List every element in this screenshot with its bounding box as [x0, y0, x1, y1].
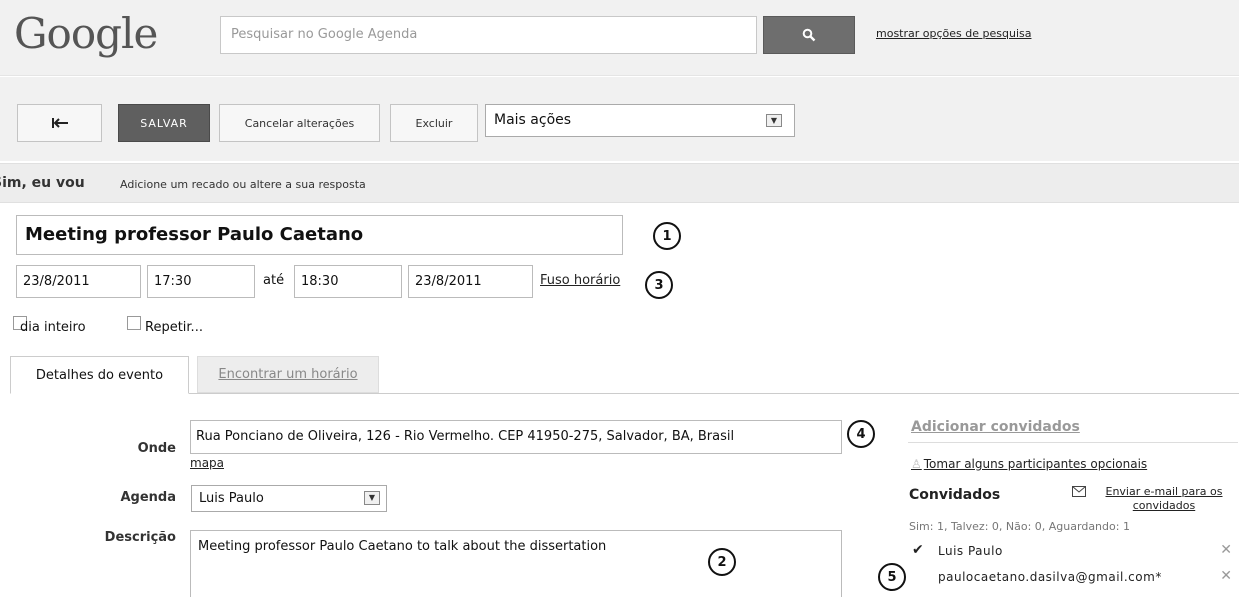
guests-divider	[908, 442, 1238, 443]
search-input[interactable]: Pesquisar no Google Agenda	[220, 16, 757, 54]
remove-guest-icon[interactable]: ✕	[1220, 542, 1232, 558]
to-label: até	[263, 273, 285, 288]
tab-event-details[interactable]: Detalhes do evento	[10, 356, 189, 394]
where-label: Onde	[137, 441, 176, 456]
start-date-input[interactable]: 23/8/2011	[16, 265, 141, 298]
chevron-down-icon: ▼	[766, 114, 782, 127]
callout-3: 3	[645, 271, 673, 299]
tab-divider	[10, 393, 1239, 394]
where-input[interactable]: Rua Ponciano de Oliveira, 126 - Rio Verm…	[190, 420, 842, 454]
timezone-link[interactable]: Fuso horário	[540, 273, 620, 288]
check-icon: ✔	[912, 542, 924, 558]
mail-icon	[1072, 486, 1086, 497]
callout-1: 1	[653, 222, 681, 250]
description-label: Descrição	[104, 530, 176, 545]
header: Google Pesquisar no Google Agenda mostra…	[0, 0, 1239, 76]
repeat-label: Repetir...	[145, 320, 203, 335]
email-guests-link[interactable]: Enviar e-mail para os convidados	[1090, 485, 1238, 513]
rsvp-bar: Sim, eu vou Adicione um recado ou altere…	[0, 163, 1239, 203]
start-time-input[interactable]: 17:30	[147, 265, 255, 298]
remove-guest-icon[interactable]: ✕	[1220, 568, 1232, 584]
optional-attendees-label: Tomar alguns participantes opcionais	[923, 457, 1148, 471]
event-title-input[interactable]: Meeting professor Paulo Caetano	[16, 215, 623, 255]
guest-name: Luis Paulo	[938, 544, 1003, 558]
cancel-changes-button[interactable]: Cancelar alterações	[219, 104, 380, 142]
search-button[interactable]	[763, 16, 855, 54]
guest-row: paulocaetano.dasilva@gmail.com* ✕	[912, 568, 1232, 588]
optional-attendees-link[interactable]: ♙ Tomar alguns participantes opcionais	[911, 457, 1147, 471]
calendar-select[interactable]: Luis Paulo ▼	[191, 485, 387, 512]
calendar-value: Luis Paulo	[199, 491, 264, 506]
add-guests-link[interactable]: Adicionar convidados	[911, 419, 1080, 435]
back-button[interactable]	[17, 104, 102, 142]
search-icon	[802, 28, 816, 42]
more-actions-label: Mais ações	[494, 112, 572, 128]
chevron-down-icon: ▼	[364, 491, 380, 505]
back-arrow-icon	[51, 118, 68, 128]
guest-name: paulocaetano.dasilva@gmail.com*	[938, 570, 1162, 584]
guest-row: ✔ Luis Paulo ✕	[912, 542, 1232, 562]
callout-5: 5	[878, 563, 906, 591]
callout-4: 4	[847, 420, 875, 448]
save-button[interactable]: SALVAR	[118, 104, 210, 142]
rsvp-note-link[interactable]: Adicione um recado ou altere a sua respo…	[120, 178, 366, 191]
description-textarea[interactable]: Meeting professor Paulo Caetano to talk …	[190, 530, 842, 597]
google-logo[interactable]: Google	[14, 9, 158, 58]
repeat-checkbox[interactable]	[127, 316, 141, 330]
more-actions-select[interactable]: Mais ações ▼	[485, 104, 795, 137]
calendar-label: Agenda	[120, 490, 176, 505]
tab-find-time[interactable]: Encontrar um horário	[197, 356, 379, 393]
callout-2: 2	[708, 548, 736, 576]
end-date-input[interactable]: 23/8/2011	[408, 265, 533, 298]
search-options-link[interactable]: mostrar opções de pesquisa	[876, 27, 1031, 40]
delete-button[interactable]: Excluir	[390, 104, 478, 142]
person-icon: ♙	[911, 457, 922, 471]
end-time-input[interactable]: 18:30	[294, 265, 402, 298]
guests-heading: Convidados	[909, 487, 1001, 503]
all-day-label: dia inteiro	[20, 320, 86, 335]
rsvp-counts: Sim: 1, Talvez: 0, Não: 0, Aguardando: 1	[909, 520, 1130, 533]
map-link[interactable]: mapa	[190, 456, 224, 470]
rsvp-status: Sim, eu vou	[0, 175, 85, 191]
